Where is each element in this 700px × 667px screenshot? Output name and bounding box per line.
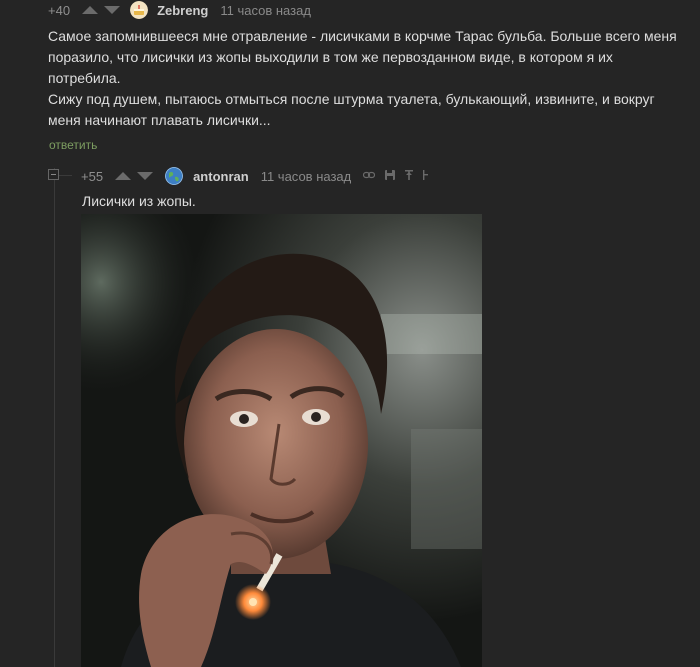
username[interactable]: antonran <box>193 169 249 184</box>
comment-body: Самое запомнившееся мне отравление - лис… <box>48 26 678 131</box>
comment-header: +40 Zebreng 11 часов назад <box>48 0 311 20</box>
comment-body: Лисички из жопы. <box>82 193 196 209</box>
timestamp[interactable]: 11 часов назад <box>220 3 311 18</box>
pin-icon[interactable] <box>405 169 414 183</box>
smoking-man-photo[interactable] <box>81 214 482 667</box>
thread-line <box>54 168 55 667</box>
timestamp[interactable]: 11 часов назад <box>261 169 352 184</box>
downvote-icon[interactable] <box>104 6 121 14</box>
comment-rating: +55 <box>81 168 104 184</box>
collapse-toggle[interactable] <box>48 169 59 180</box>
upvote-icon[interactable] <box>82 6 99 14</box>
reply-link[interactable]: ответить <box>49 138 97 152</box>
comment-header: +55 antonran 11 часов назад <box>81 166 429 186</box>
branch-icon[interactable] <box>423 169 429 183</box>
save-icon[interactable] <box>385 169 396 183</box>
comment-rating: +40 <box>48 2 71 18</box>
globe-avatar-icon[interactable] <box>165 167 184 185</box>
upvote-icon[interactable] <box>115 172 132 180</box>
comment-paragraph: Самое запомнившееся мне отравление - лис… <box>48 28 677 86</box>
username[interactable]: Zebreng <box>157 3 208 18</box>
cake-avatar-icon[interactable] <box>130 1 149 19</box>
link-icon[interactable] <box>363 170 376 182</box>
comment-thread: +40 Zebreng 11 часов назад Самое запомни… <box>0 0 700 667</box>
comment-paragraph: Сижу под душем, пытаюсь отмыться после ш… <box>48 91 655 128</box>
downvote-icon[interactable] <box>137 172 154 180</box>
